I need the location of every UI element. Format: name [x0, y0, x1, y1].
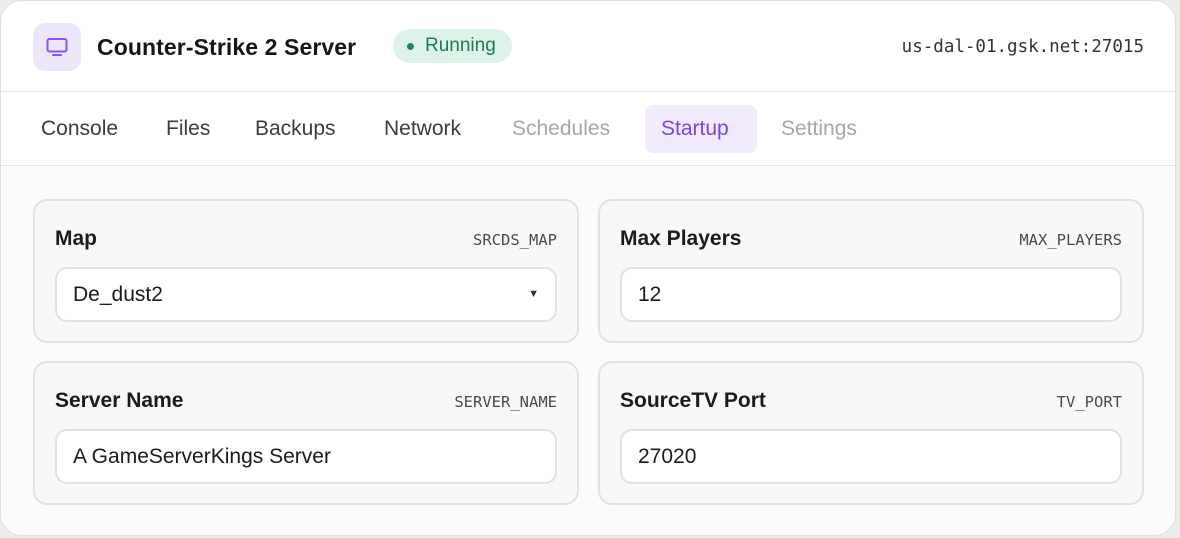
status-badge: Running — [393, 29, 512, 63]
tab-schedules: Schedules — [512, 117, 611, 140]
server-header: Counter-Strike 2 Server Running us-dal-0… — [1, 1, 1175, 92]
variable-label: SourceTV Port — [620, 389, 766, 412]
status-label: Running — [425, 35, 496, 56]
tab-bar: Console Files Backups Network Schedules … — [1, 92, 1175, 166]
variable-card-tv-port: SourceTV Port TV_PORT — [598, 361, 1144, 505]
tv-port-input[interactable] — [620, 429, 1122, 484]
status-dot-icon — [407, 42, 414, 50]
server-address: us-dal-01.gsk.net:27015 — [901, 37, 1144, 57]
tab-settings: Settings — [781, 117, 857, 140]
variable-label: Max Players — [620, 227, 742, 250]
startup-variables: Map SRCDS_MAP De_dust2 ▼ Max Players MAX… — [1, 166, 1175, 535]
tab-network[interactable]: Network — [368, 105, 477, 153]
variable-env-name: MAX_PLAYERS — [1019, 231, 1122, 249]
tab-console[interactable]: Console — [25, 105, 134, 153]
monitor-icon — [33, 23, 81, 71]
map-select[interactable]: De_dust2 ▼ — [55, 267, 557, 322]
tab-startup[interactable]: Startup — [645, 105, 757, 153]
tab-backups[interactable]: Backups — [239, 105, 352, 153]
variable-card-map: Map SRCDS_MAP De_dust2 ▼ — [33, 199, 579, 343]
variable-env-name: TV_PORT — [1056, 393, 1122, 411]
variable-env-name: SRCDS_MAP — [473, 231, 557, 249]
variable-label: Map — [55, 227, 97, 250]
variable-label: Server Name — [55, 389, 184, 412]
map-select-value: De_dust2 — [73, 283, 163, 306]
tab-files[interactable]: Files — [150, 105, 226, 153]
variable-card-server-name: Server Name SERVER_NAME — [33, 361, 579, 505]
server-window: Counter-Strike 2 Server Running us-dal-0… — [0, 0, 1176, 536]
max-players-input[interactable] — [620, 267, 1122, 322]
variable-card-max-players: Max Players MAX_PLAYERS — [598, 199, 1144, 343]
page-title: Counter-Strike 2 Server — [97, 34, 357, 60]
server-name-input[interactable] — [55, 429, 557, 484]
variable-env-name: SERVER_NAME — [454, 393, 557, 411]
dropdown-caret-icon: ▼ — [528, 288, 539, 300]
